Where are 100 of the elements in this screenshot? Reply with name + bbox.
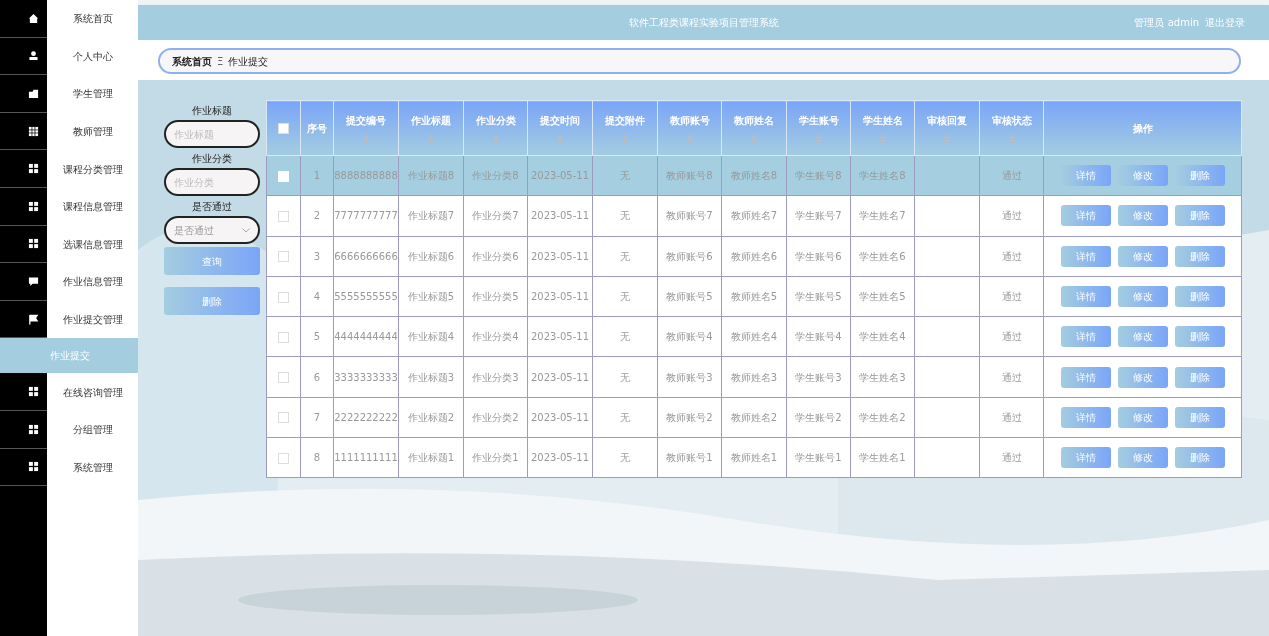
action-button[interactable]: 详情 [1060, 165, 1111, 187]
sidebar-item[interactable]: 系统管理 [47, 448, 138, 487]
sidebar-item[interactable]: 教师管理 [47, 112, 138, 151]
sort-icon[interactable] [363, 135, 369, 143]
sort-icon[interactable] [557, 135, 563, 143]
grid-icon [28, 386, 39, 398]
sort-icon[interactable] [428, 135, 434, 143]
action-button[interactable]: 删除 [1174, 326, 1225, 348]
sidebar-item[interactable]: 分组管理 [47, 410, 138, 449]
sidebar-item[interactable]: 系统首页 [47, 0, 138, 38]
table-cell: 教师账号3 [666, 371, 713, 383]
sort-icon[interactable] [751, 135, 757, 143]
table-cell: 作业分类2 [472, 411, 519, 423]
table-cell: 学生姓名1 [859, 452, 906, 464]
table-cell: 教师账号5 [666, 291, 713, 303]
header-checkbox[interactable] [278, 123, 289, 134]
action-button[interactable]: 删除 [1174, 406, 1225, 428]
table-cell: 无 [620, 170, 630, 182]
logout-link[interactable]: 退出登录 [1205, 15, 1245, 30]
table-cell: 无 [620, 371, 630, 383]
table-cell: 学生账号7 [795, 210, 842, 222]
table-cell: 作业分类3 [472, 371, 519, 383]
table-cell: 教师账号2 [666, 411, 713, 423]
breadcrumb-item[interactable]: 系统首页 [172, 53, 212, 69]
sidebar-subitem[interactable]: 作业提交 [0, 338, 138, 374]
table-cell: 6666666666 [334, 250, 398, 262]
row-checkbox[interactable] [278, 372, 289, 384]
chevron-down-icon [242, 227, 250, 233]
table-cell: 学生账号2 [795, 411, 842, 423]
sort-icon[interactable] [686, 135, 693, 143]
table-cell: 作业标题1 [407, 452, 455, 464]
action-button[interactable]: 删除 [1174, 165, 1225, 187]
action-button[interactable]: 修改 [1117, 245, 1168, 267]
table-cell: 学生姓名5 [859, 291, 906, 303]
action-button[interactable]: 修改 [1117, 406, 1168, 428]
action-button[interactable]: 删除 [1174, 286, 1225, 308]
sidebar-item[interactable]: 选课信息管理 [47, 225, 138, 264]
table-cell: 教师账号7 [666, 210, 713, 222]
sidebar-item[interactable]: 作业信息管理 [47, 263, 138, 301]
table-cell: 通过 [1001, 291, 1022, 303]
table-cell: 教师账号8 [666, 170, 713, 182]
action-button[interactable]: 删除 [1174, 366, 1225, 388]
home-icon [28, 12, 39, 24]
action-button[interactable]: 删除 [1174, 447, 1225, 469]
table-cell: 作业标题2 [407, 411, 455, 423]
table-cell: 学生姓名7 [859, 210, 906, 222]
table-cell: 通过 [1001, 210, 1022, 222]
action-button[interactable]: 修改 [1117, 286, 1168, 308]
row-checkbox[interactable] [278, 210, 289, 222]
sort-icon[interactable] [492, 135, 499, 143]
row-checkbox[interactable] [278, 331, 289, 343]
table-cell: 无 [620, 411, 630, 423]
action-button[interactable]: 删除 [1174, 245, 1225, 267]
select-field[interactable]: 是否通过 [164, 216, 260, 244]
table-cell: 作业标题4 [407, 331, 455, 343]
action-button[interactable]: 详情 [1060, 366, 1111, 388]
table-cell: 学生账号1 [795, 452, 842, 464]
sidebar-item[interactable]: 作业提交管理 [47, 300, 138, 339]
delete-button[interactable]: 删除 [164, 287, 260, 315]
sidebar-item[interactable]: 学生管理 [47, 75, 138, 113]
table-cell: 3 [313, 250, 321, 262]
action-button[interactable]: 修改 [1117, 366, 1168, 388]
table-cell: 作业分类4 [472, 331, 519, 343]
sort-icon[interactable] [944, 135, 950, 143]
table-cell: 学生账号6 [795, 250, 842, 262]
action-button[interactable]: 修改 [1117, 326, 1168, 348]
sidebar-item[interactable]: 课程分类管理 [47, 150, 138, 188]
row-checkbox[interactable] [278, 251, 289, 263]
row-checkbox[interactable] [278, 412, 289, 424]
sidebar-item[interactable]: 在线咨询管理 [47, 373, 138, 411]
table-cell: 4 [313, 291, 321, 303]
table-cell: 通过 [1001, 331, 1022, 343]
action-button[interactable]: 详情 [1060, 205, 1111, 227]
action-button[interactable]: 详情 [1060, 447, 1111, 469]
row-checkbox[interactable] [278, 452, 289, 464]
sidebar-item[interactable]: 课程信息管理 [47, 187, 138, 226]
action-button[interactable]: 删除 [1174, 205, 1225, 227]
search-button[interactable]: 查询 [164, 247, 260, 275]
sidebar-item[interactable]: 个人中心 [47, 37, 138, 76]
action-button[interactable]: 修改 [1117, 205, 1168, 227]
table-cell: 2023-05-11 [530, 371, 590, 383]
table-cell: 教师姓名5 [730, 291, 778, 303]
action-button[interactable]: 详情 [1060, 245, 1111, 267]
sort-icon[interactable] [1008, 135, 1015, 143]
table-cell: 无 [620, 331, 630, 343]
action-button[interactable]: 详情 [1060, 326, 1111, 348]
action-button[interactable]: 修改 [1117, 447, 1168, 469]
action-button[interactable]: 详情 [1060, 406, 1111, 428]
sort-icon[interactable] [815, 135, 822, 143]
table-cell: 作业分类1 [472, 452, 519, 464]
action-button[interactable]: 修改 [1117, 165, 1168, 187]
table-cell: 2023-05-11 [530, 331, 590, 343]
table-cell: 教师姓名3 [730, 371, 778, 383]
sort-icon[interactable] [622, 135, 628, 143]
sort-icon[interactable] [879, 135, 886, 143]
flag-icon [28, 313, 39, 325]
table-cell: 2023-05-11 [530, 250, 590, 262]
breadcrumb-item: 作业提交 [228, 54, 269, 69]
row-checkbox[interactable] [278, 291, 289, 303]
action-button[interactable]: 详情 [1060, 286, 1111, 308]
